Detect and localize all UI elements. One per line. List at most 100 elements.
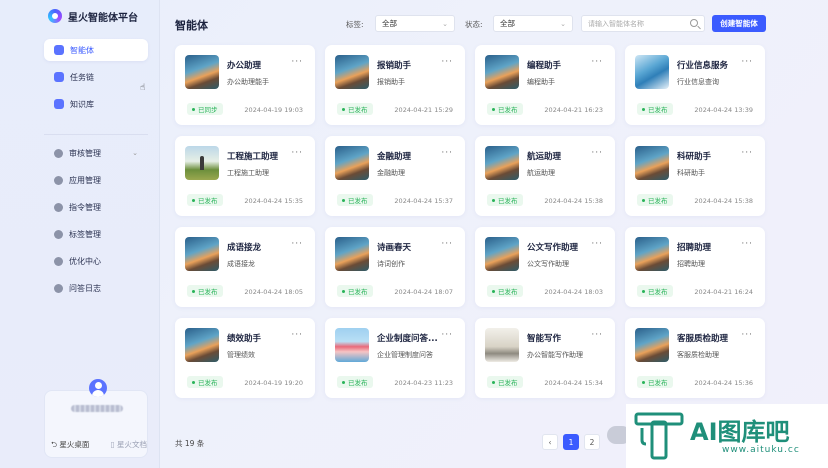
agent-thumbnail xyxy=(335,237,369,271)
agent-card[interactable]: 招聘助理 招聘助理 ··· 已发布 2024-04-21 16:24 xyxy=(625,227,765,307)
agent-card[interactable]: 成语接龙 成语接龙 ··· 已发布 2024-04-24 18:05 xyxy=(175,227,315,307)
more-options-icon[interactable]: ··· xyxy=(741,239,753,249)
user-links: ⮌ 星火桌面 ▯ 星火文档 xyxy=(51,439,147,452)
prev-page-button[interactable]: ‹ xyxy=(542,434,558,450)
sidebar-item-optimization[interactable]: 优化中心 xyxy=(44,250,148,272)
sidebar-item-label: 标签管理 xyxy=(69,229,101,239)
agent-title: 工程施工助理 xyxy=(227,152,279,162)
agent-title: 绩效助手 xyxy=(227,334,262,344)
more-options-icon[interactable]: ··· xyxy=(591,57,603,67)
agent-thumbnail xyxy=(185,146,219,180)
agent-card[interactable]: 行业信息服务 行业信息查询 ··· 已发布 2024-04-24 13:39 xyxy=(625,45,765,125)
sidebar-item-review[interactable]: 审核管理 ⌄ xyxy=(44,142,148,164)
more-options-icon[interactable]: ··· xyxy=(741,330,753,340)
desktop-link[interactable]: ⮌ 星火桌面 xyxy=(51,439,89,452)
agent-title: 企业制度问答... xyxy=(377,334,438,344)
sidebar-item-task-chain[interactable]: 任务链 xyxy=(44,66,148,88)
status-badge: 已发布 xyxy=(187,376,223,388)
agent-card[interactable]: 企业制度问答... 企业管理制度问答 ··· 已发布 2024-04-23 11:23 xyxy=(325,318,465,398)
watermark-url: www.aituku.cc xyxy=(722,445,800,455)
status-badge: 已发布 xyxy=(487,376,523,388)
agent-description: 管理绩效 xyxy=(227,351,255,359)
brand[interactable]: 星火智能体平台 xyxy=(48,8,138,24)
mouse-cursor-icon: ☝ xyxy=(140,83,146,93)
status-filter-select[interactable]: 全部 ⌄ xyxy=(493,15,573,32)
agent-card[interactable]: 科研助手 科研助手 ··· 已发布 2024-04-24 15:38 xyxy=(625,136,765,216)
agent-thumbnail xyxy=(485,237,519,271)
sidebar-item-commands[interactable]: 指令管理 xyxy=(44,196,148,218)
sidebar-item-agents[interactable]: 智能体 xyxy=(44,39,148,61)
updated-time: 2024-04-24 15:35 xyxy=(244,197,303,205)
more-options-icon[interactable]: ··· xyxy=(291,239,303,249)
more-options-icon[interactable]: ··· xyxy=(591,330,603,340)
sidebar-item-label: 智能体 xyxy=(70,45,94,55)
more-options-icon[interactable]: ··· xyxy=(741,148,753,158)
agent-description: 办公智能写作助理 xyxy=(527,351,583,359)
updated-time: 2024-04-19 19:20 xyxy=(244,379,303,387)
sidebar: 星火智能体平台 智能体 任务链 知识库 审核管理 ⌄ 应用管理 指令管理 标签管… xyxy=(0,0,160,468)
create-agent-button[interactable]: 创建智能体 xyxy=(712,15,766,32)
agent-title: 报销助手 xyxy=(377,61,412,71)
status-badge: 已发布 xyxy=(637,103,673,115)
sidebar-item-apps[interactable]: 应用管理 xyxy=(44,169,148,191)
more-options-icon[interactable]: ··· xyxy=(291,330,303,340)
agent-card[interactable]: 诗画春天 诗词创作 ··· 已发布 2024-04-24 18:07 xyxy=(325,227,465,307)
more-options-icon[interactable]: ··· xyxy=(591,239,603,249)
search-input[interactable]: 请输入智能体名称 xyxy=(581,15,705,32)
agent-title: 航运助理 xyxy=(527,152,562,162)
search-icon[interactable] xyxy=(690,19,698,27)
sidebar-item-knowledge-base[interactable]: 知识库 xyxy=(44,93,148,115)
agent-thumbnail xyxy=(185,237,219,271)
more-options-icon[interactable]: ··· xyxy=(291,57,303,67)
docs-link[interactable]: ▯ 星火文档 xyxy=(110,439,147,452)
agent-card[interactable]: 办公助理 办公助理能手 ··· 已同步 2024-04-19 19:03 xyxy=(175,45,315,125)
user-name-blurred xyxy=(71,405,123,412)
person-figure xyxy=(200,156,204,170)
status-badge: 已发布 xyxy=(187,285,223,297)
agent-description: 诗词创作 xyxy=(377,260,405,268)
updated-time: 2024-04-21 15:29 xyxy=(394,106,453,114)
agent-icon xyxy=(54,45,64,55)
agent-title: 成语接龙 xyxy=(227,243,262,253)
agent-title: 行业信息服务 xyxy=(677,61,729,71)
more-options-icon[interactable]: ··· xyxy=(441,57,453,67)
agent-card[interactable]: 绩效助手管理绩效 ··· 已发布 2024-04-19 19:20 xyxy=(175,318,315,398)
page-button-1[interactable]: 1 xyxy=(563,434,579,450)
more-options-icon[interactable]: ··· xyxy=(441,330,453,340)
agent-title: 客服质检助理 xyxy=(677,334,729,344)
agent-card[interactable]: 金融助理 金融助理 ··· 已发布 2024-04-24 15:37 xyxy=(325,136,465,216)
avatar[interactable] xyxy=(89,379,107,397)
chevron-down-icon: ⌄ xyxy=(560,19,566,28)
app-title: 星火智能体平台 xyxy=(68,12,138,24)
agent-card[interactable]: 编程助手 编程助手 ··· 已发布 2024-04-21 16:23 xyxy=(475,45,615,125)
sidebar-item-qa-log[interactable]: 问答日志 xyxy=(44,277,148,299)
agent-card[interactable]: 客服质检助理 客服质检助理 ··· 已发布 2024-04-24 15:36 xyxy=(625,318,765,398)
agent-description: 行业信息查询 xyxy=(677,78,719,86)
agent-title: 诗画春天 xyxy=(377,243,412,253)
sidebar-item-label: 知识库 xyxy=(70,99,94,109)
agent-thumbnail xyxy=(335,55,369,89)
status-badge: 已发布 xyxy=(187,194,223,206)
sidebar-item-tags[interactable]: 标签管理 xyxy=(44,223,148,245)
agent-card[interactable]: 工程施工助理 工程施工助理 ··· 已发布 2024-04-24 15:35 xyxy=(175,136,315,216)
agent-card[interactable]: 航运助理 航运助理 ··· 已发布 2024-04-24 15:38 xyxy=(475,136,615,216)
agent-thumbnail xyxy=(485,146,519,180)
agent-description: 客服质检助理 xyxy=(677,351,719,359)
app-icon xyxy=(54,175,63,185)
more-options-icon[interactable]: ··· xyxy=(591,148,603,158)
more-options-icon[interactable]: ··· xyxy=(441,148,453,158)
agent-card[interactable]: 智能写作 办公智能写作助理 ··· 已发布 2024-04-24 15:34 xyxy=(475,318,615,398)
more-options-icon[interactable]: ··· xyxy=(291,148,303,158)
agent-description: 编程助手 xyxy=(527,78,555,86)
agent-description: 工程施工助理 xyxy=(227,169,269,177)
more-options-icon[interactable]: ··· xyxy=(741,57,753,67)
agent-card[interactable]: 报销助手 报销助手 ··· 已发布 2024-04-21 15:29 xyxy=(325,45,465,125)
tag-filter-select[interactable]: 全部 ⌄ xyxy=(375,15,455,32)
sidebar-item-label: 审核管理 xyxy=(69,148,101,158)
updated-time: 2024-04-24 18:05 xyxy=(244,288,303,296)
more-options-icon[interactable]: ··· xyxy=(441,239,453,249)
agent-description: 航运助理 xyxy=(527,169,555,177)
page-button-2[interactable]: 2 xyxy=(584,434,600,450)
agent-title: 金融助理 xyxy=(377,152,412,162)
agent-card[interactable]: 公文写作助理 公文写作助理 ··· 已发布 2024-04-24 18:03 xyxy=(475,227,615,307)
